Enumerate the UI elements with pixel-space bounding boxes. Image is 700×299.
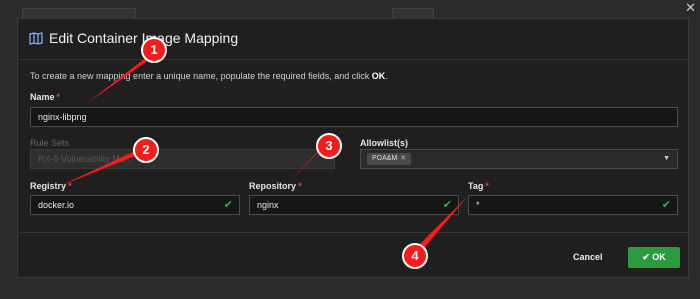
annotation-badge-2: 2	[133, 137, 159, 163]
annotation-badge-4: 4	[402, 243, 428, 269]
annotation-badge-3: 3	[316, 133, 342, 159]
annotation-badge-1: 1	[141, 37, 167, 63]
annotation-arrows	[60, 52, 468, 252]
